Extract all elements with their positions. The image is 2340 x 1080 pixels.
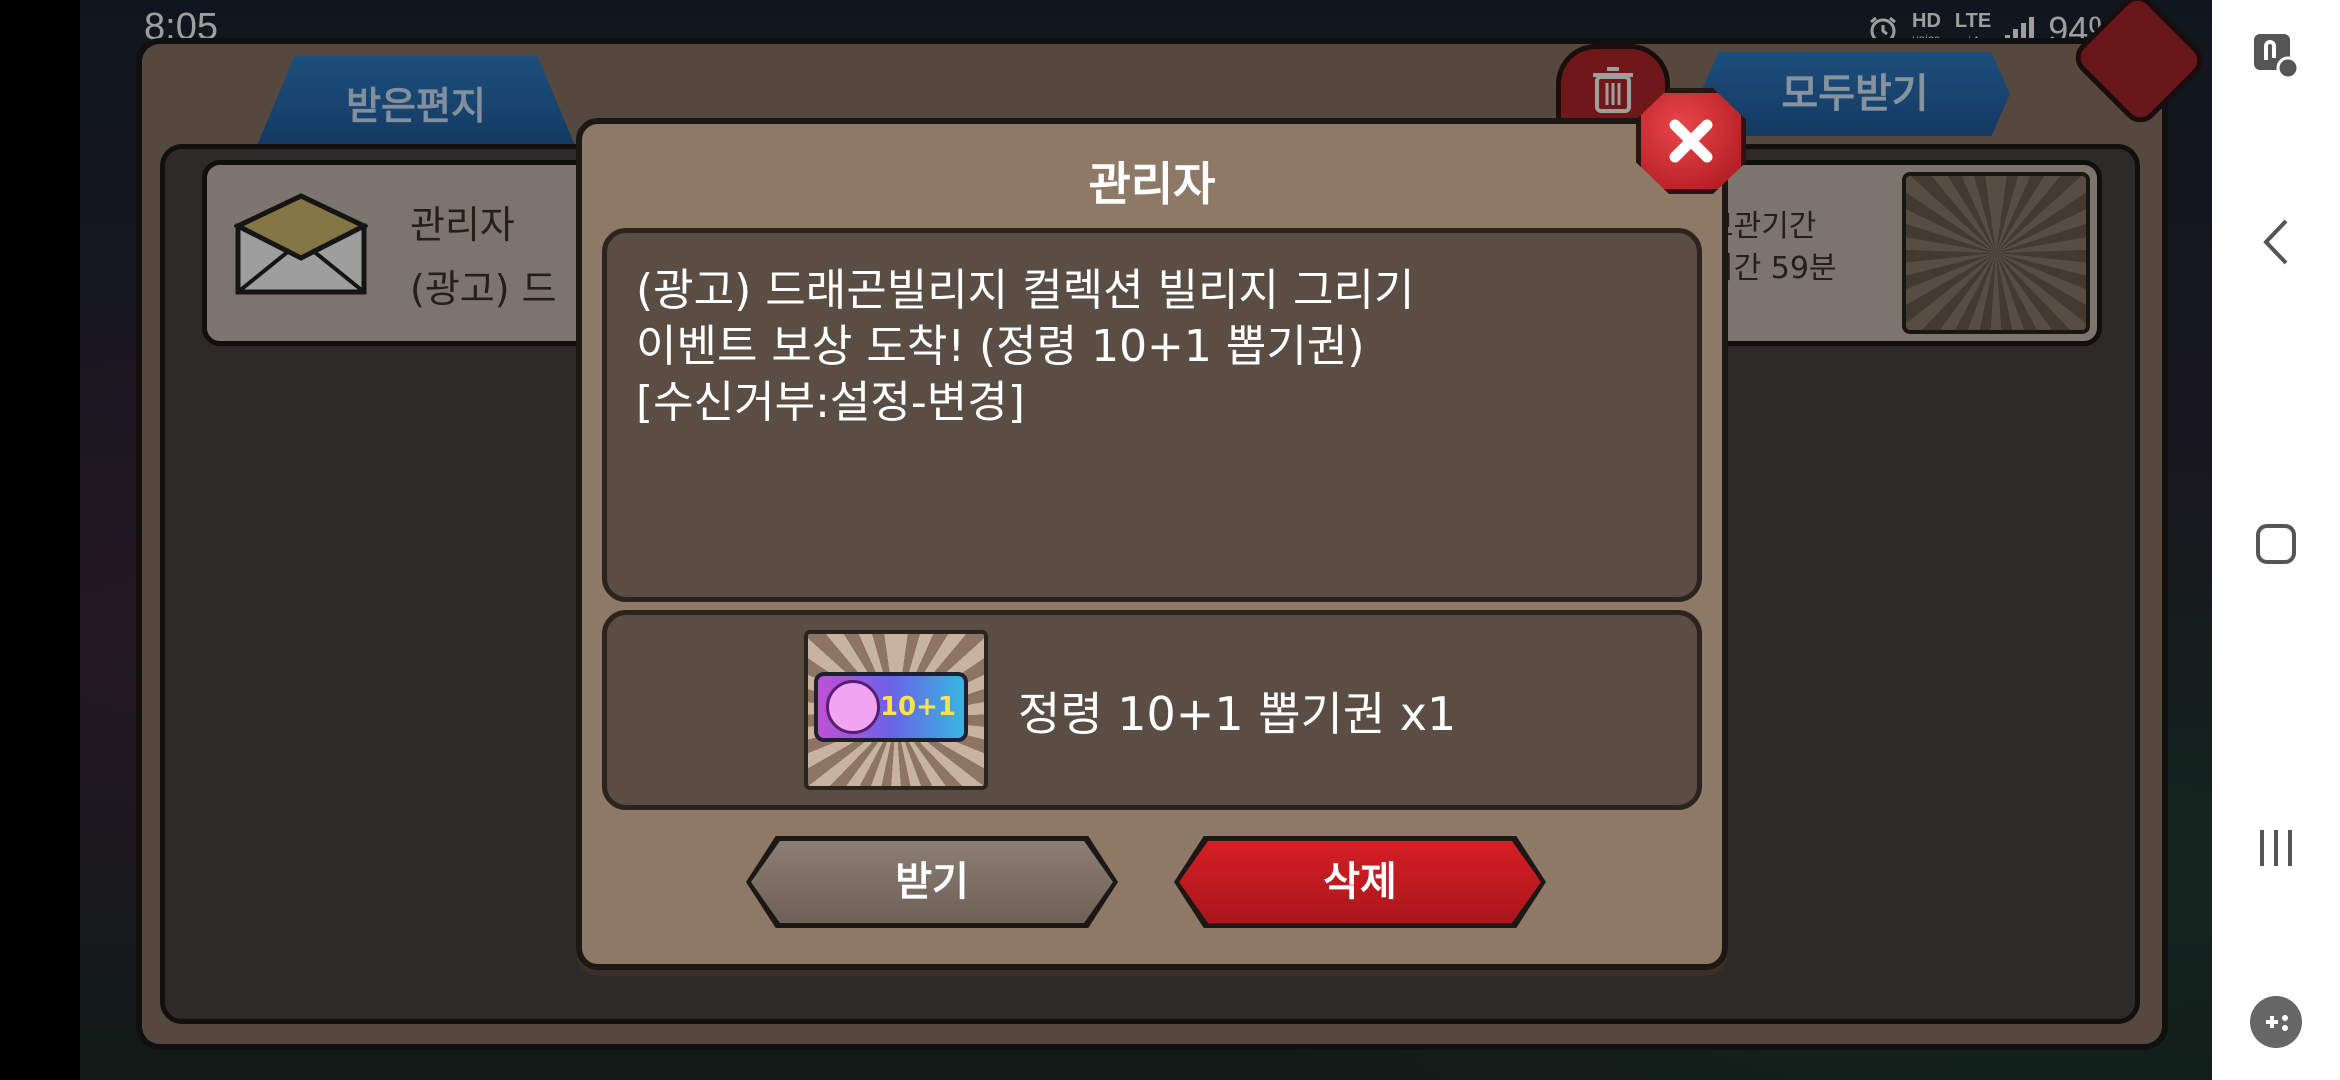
message-line: [수신거부:설정-변경] (636, 377, 1025, 428)
recent-apps-button[interactable] (2244, 816, 2308, 880)
message-line: (광고) 드래곤빌리지 컬렉션 빌리지 그리기 (636, 265, 1415, 316)
dialog-title: 관리자 (1088, 157, 1216, 211)
delete-button[interactable]: 삭제 (1174, 836, 1546, 928)
receive-button[interactable]: 받기 (746, 836, 1118, 928)
lock-touch-icon (2254, 34, 2300, 80)
receive-button-label: 받기 (751, 841, 1113, 923)
spirit-face-icon (826, 680, 880, 734)
close-icon (1669, 119, 1713, 163)
delete-button-label: 삭제 (1179, 841, 1541, 923)
recent-apps-icon (2260, 830, 2292, 866)
back-button[interactable] (2244, 210, 2308, 274)
gamepad-icon (2250, 996, 2302, 1048)
game-tools-button[interactable] (2244, 990, 2308, 1054)
home-button[interactable] (2244, 512, 2308, 576)
home-icon (2256, 524, 2296, 564)
message-line: 이벤트 보상 도착! (정령 10+1 뽑기권) (636, 321, 1365, 372)
reward-label: 정령 10+1 뽑기권 x1 (1018, 687, 1457, 741)
touch-protection-button[interactable] (2244, 24, 2308, 88)
back-icon (2263, 219, 2288, 265)
